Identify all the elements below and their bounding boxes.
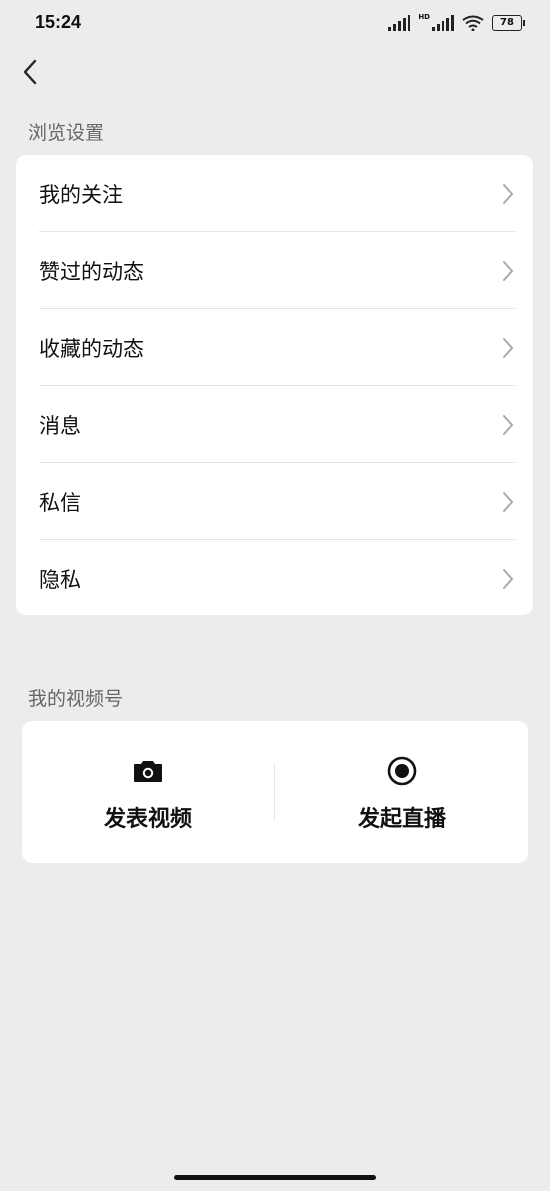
chevron-right-icon [503,492,514,512]
go-live-button[interactable]: 发起直播 [276,721,528,863]
chevron-left-icon [23,59,37,85]
go-live-label: 发起直播 [357,807,446,832]
list-item-liked-posts[interactable]: 赞过的动态 [16,232,533,309]
channels-title: 我的视频号 [28,688,124,710]
signal-icon [388,15,411,31]
list-item-messages[interactable]: 消息 [16,386,533,463]
chevron-right-icon [503,184,514,204]
signal-icon [432,15,454,31]
camera-icon [132,755,164,787]
divider [274,763,275,821]
list-item-saved-posts[interactable]: 收藏的动态 [16,309,533,386]
channels-card: 发表视频 发起直播 [22,721,528,863]
chevron-right-icon [503,338,514,358]
list-item-label: 私信 [39,490,81,515]
post-video-button[interactable]: 发表视频 [22,721,274,863]
browse-settings-title: 浏览设置 [28,122,105,144]
back-button[interactable] [12,52,48,92]
chevron-right-icon [503,261,514,281]
chevron-right-icon [503,569,514,589]
hd-label: HD [418,13,430,21]
list-item-label: 消息 [39,413,81,438]
list-item-label: 我的关注 [39,182,123,207]
status-icons: HD 78 [388,13,525,33]
browse-settings-list: 我的关注 赞过的动态 收藏的动态 消息 私信 隐私 [16,155,533,615]
list-item-label: 赞过的动态 [39,259,144,284]
record-icon [386,755,418,787]
list-item-label: 收藏的动态 [39,336,144,361]
battery-icon: 78 [492,15,525,31]
wifi-icon [462,15,484,31]
chevron-right-icon [503,415,514,435]
list-item-label: 隐私 [39,567,81,592]
status-time: 15:24 [35,12,82,32]
list-item-private-messages[interactable]: 私信 [16,463,533,540]
status-bar: 15:24 HD 78 [0,0,550,48]
list-item-following[interactable]: 我的关注 [16,155,533,232]
home-indicator[interactable] [174,1175,376,1180]
list-item-privacy[interactable]: 隐私 [16,540,533,617]
post-video-label: 发表视频 [103,807,192,832]
